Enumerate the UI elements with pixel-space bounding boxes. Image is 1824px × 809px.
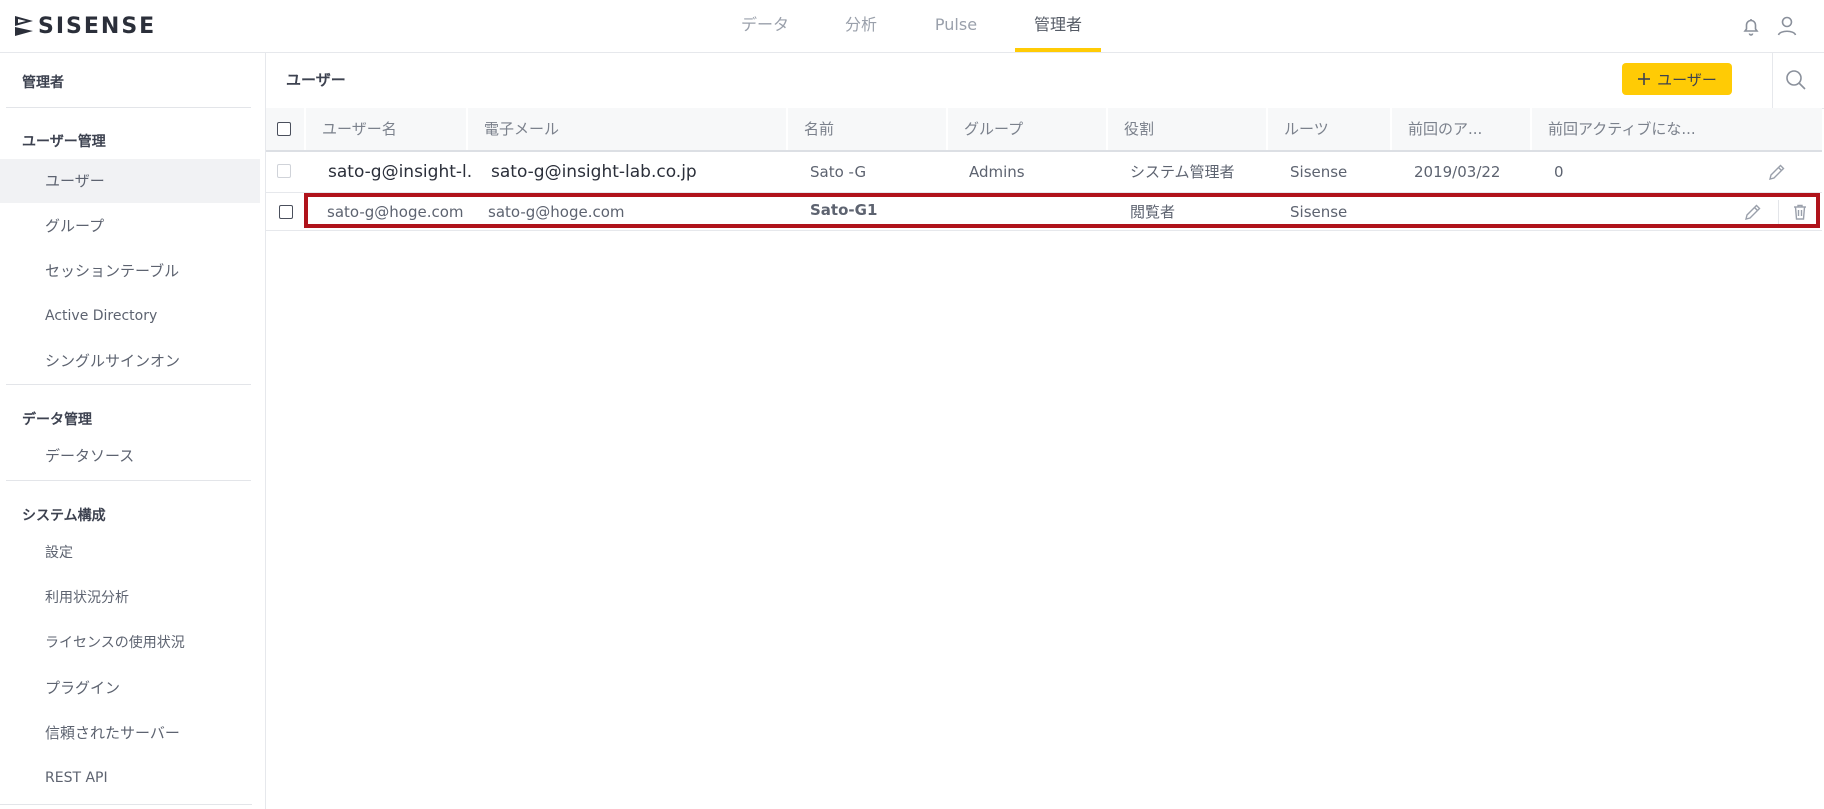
- sidebar-item-active-directory[interactable]: Active Directory: [0, 294, 260, 338]
- row-divider: [266, 230, 1822, 231]
- cell-email: sato-g@hoge.com: [488, 203, 625, 221]
- column-header-last-login[interactable]: 前回のア...: [1392, 108, 1528, 150]
- action-separator: [1778, 200, 1779, 224]
- cell-last-login: [1414, 192, 1526, 232]
- sidebar-item-plugins[interactable]: プラグイン: [0, 666, 260, 710]
- column-header-username[interactable]: ユーザー名: [306, 108, 464, 150]
- column-header-role[interactable]: 役割: [1108, 108, 1264, 150]
- sidebar-divider: [6, 107, 251, 108]
- search-icon[interactable]: [1783, 67, 1809, 93]
- select-all-checkbox[interactable]: [277, 122, 291, 136]
- sidebar-divider: [6, 384, 251, 385]
- edit-pencil-icon[interactable]: [1767, 162, 1787, 182]
- sisense-logo[interactable]: SISENSE: [14, 13, 157, 39]
- cell-group: [969, 192, 1099, 232]
- sidebar-item-settings[interactable]: 設定: [0, 531, 260, 575]
- cell-role: システム管理者: [1130, 163, 1235, 181]
- nav-tab-pulse[interactable]: Pulse: [925, 0, 987, 52]
- cell-roots: Sisense: [1290, 203, 1348, 221]
- sidebar-title: 管理者: [22, 75, 64, 91]
- cell-username: sato-g@insight-l...: [328, 162, 472, 182]
- user-icon[interactable]: [1775, 14, 1799, 38]
- top-navigation-bar: SISENSE データ 分析 Pulse 管理者: [0, 0, 1824, 53]
- sidebar-divider: [6, 480, 251, 481]
- sidebar-item-rest-api[interactable]: REST API: [0, 756, 260, 800]
- sidebar-item-single-sign-on[interactable]: シングルサインオン: [0, 339, 260, 383]
- column-header-last-active[interactable]: 前回アクティブにな...: [1532, 108, 1732, 150]
- nav-tab-data[interactable]: データ: [730, 0, 800, 52]
- column-header-name[interactable]: 名前: [788, 108, 944, 150]
- sidebar-item-license-usage[interactable]: ライセンスの使用状況: [0, 621, 260, 665]
- add-user-button[interactable]: ユーザー: [1622, 63, 1732, 95]
- plus-icon: [1638, 73, 1651, 85]
- sidebar-bottom-divider: [0, 804, 252, 805]
- cell-email: sato-g@insight-lab.co.jp: [491, 162, 697, 182]
- column-header-roots[interactable]: ルーツ: [1268, 108, 1388, 150]
- brand-name: SISENSE: [38, 13, 157, 39]
- cell-last-active: [1554, 192, 1654, 232]
- add-user-button-label: ユーザー: [1657, 70, 1717, 89]
- cell-username: sato-g@hoge.com: [327, 203, 464, 221]
- cell-group: Admins: [969, 163, 1025, 181]
- row-checkbox[interactable]: [277, 164, 291, 178]
- section-header-user-management: ユーザー管理: [22, 134, 106, 150]
- cell-last-active: 0: [1554, 163, 1564, 181]
- column-header-email[interactable]: 電子メール: [468, 108, 784, 150]
- sidebar-item-trusted-servers[interactable]: 信頼されたサーバー: [0, 711, 260, 755]
- cell-role: 閲覧者: [1130, 203, 1176, 221]
- cell-roots: Sisense: [1290, 163, 1348, 181]
- table-row[interactable]: sato-g@hoge.com sato-g@hoge.com Sato-G1 …: [266, 192, 1822, 232]
- sidebar-item-data-sources[interactable]: データソース: [0, 434, 260, 478]
- page-title: ユーザー: [286, 71, 346, 89]
- nav-tab-admin[interactable]: 管理者: [1015, 0, 1101, 52]
- main-header: ユーザー ユーザー: [266, 53, 1824, 109]
- column-header-group[interactable]: グループ: [948, 108, 1104, 150]
- section-header-data-management: データ管理: [22, 412, 92, 428]
- cell-name: Sato-G1: [810, 201, 878, 219]
- section-header-system-configuration: システム構成: [22, 508, 106, 524]
- trash-icon[interactable]: [1790, 202, 1810, 222]
- admin-sidebar: 管理者 ユーザー管理 ユーザー グループ セッションテーブル Active Di…: [0, 53, 266, 809]
- sidebar-item-usage-analytics[interactable]: 利用状況分析: [0, 576, 260, 620]
- cell-last-login: 2019/03/22: [1414, 163, 1501, 181]
- edit-pencil-icon[interactable]: [1743, 202, 1763, 222]
- nav-tab-analytics[interactable]: 分析: [830, 0, 892, 52]
- row-checkbox[interactable]: [279, 205, 293, 219]
- sidebar-item-users[interactable]: ユーザー: [0, 159, 260, 203]
- bell-icon[interactable]: [1739, 14, 1763, 38]
- cell-name: Sato -G: [810, 163, 867, 181]
- search-separator: [1772, 53, 1773, 108]
- users-table-header: ユーザー名 電子メール 名前 グループ 役割 ルーツ 前回のア... 前回アクテ…: [266, 108, 1822, 152]
- sidebar-item-groups[interactable]: グループ: [0, 204, 260, 248]
- table-row[interactable]: sato-g@insight-l... sato-g@insight-lab.c…: [266, 152, 1822, 192]
- sidebar-item-session-table[interactable]: セッションテーブル: [0, 249, 260, 293]
- sisense-logo-mark-icon: [15, 16, 33, 36]
